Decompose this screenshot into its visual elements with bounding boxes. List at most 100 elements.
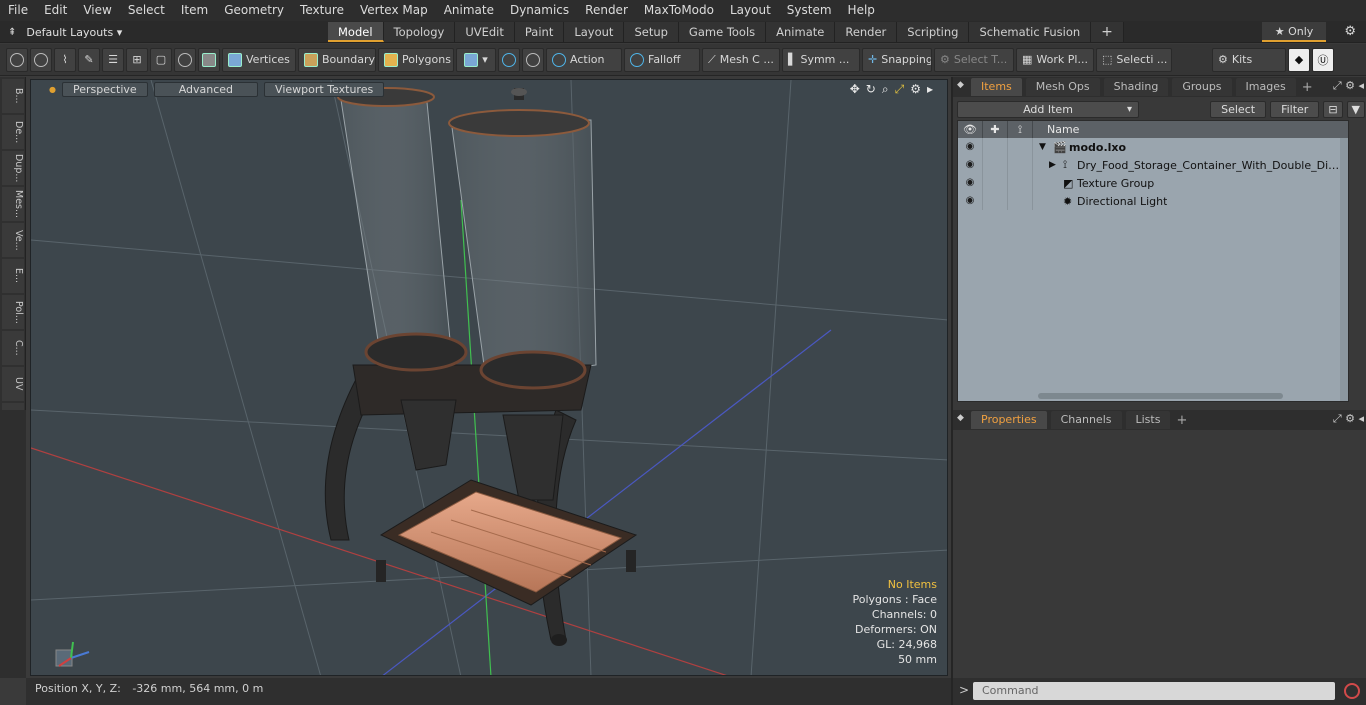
add-panel-tab-icon[interactable]: + xyxy=(1176,413,1187,428)
collapse-icon[interactable]: ⊟ xyxy=(1323,100,1343,118)
action-center-button[interactable]: Action xyxy=(546,47,622,72)
menu-item[interactable]: Item xyxy=(173,0,216,21)
tab-schematic-fusion[interactable]: Schematic Fusion xyxy=(969,22,1092,42)
circle-select-icon[interactable] xyxy=(6,47,28,72)
add-panel-tab-icon[interactable]: + xyxy=(1302,80,1313,95)
falloff-button[interactable]: Falloff xyxy=(624,47,700,72)
left-tab-polygon[interactable]: Pol... xyxy=(2,295,24,329)
pen-icon[interactable]: ⌇ xyxy=(54,47,76,72)
globe-icon[interactable] xyxy=(30,47,52,72)
menu-maxtomodo[interactable]: MaxToModo xyxy=(636,0,722,21)
tab-topology[interactable]: Topology xyxy=(383,22,456,42)
menu-dynamics[interactable]: Dynamics xyxy=(502,0,577,21)
menu-file[interactable]: File xyxy=(0,0,36,21)
tab-channels[interactable]: Channels xyxy=(1050,411,1122,429)
symmetry-gear-icon[interactable] xyxy=(498,47,520,72)
vertices-button[interactable]: Vertices xyxy=(222,47,296,72)
tree-row-mesh[interactable]: ◉ ▶ ⟟ Dry_Food_Storage_Container_With_Do… xyxy=(958,156,1348,174)
maximize-icon[interactable]: ⤢ xyxy=(895,82,905,97)
sphere-gear-icon[interactable] xyxy=(522,47,544,72)
left-tab-basic[interactable]: B... xyxy=(2,79,24,113)
tab-shading[interactable]: Shading xyxy=(1103,78,1169,96)
menu-select[interactable]: Select xyxy=(120,0,173,21)
menu-render[interactable]: Render xyxy=(577,0,636,21)
unreal-icon[interactable]: Ⓤ xyxy=(1312,47,1334,72)
menu-animate[interactable]: Animate xyxy=(436,0,502,21)
tree-row-scene[interactable]: ◉ ▼ 🎬 modo.lxo xyxy=(958,138,1348,156)
tab-model[interactable]: Model xyxy=(328,22,384,42)
symmetry-button[interactable]: ▌ Symm ... xyxy=(782,47,860,72)
zoom-icon[interactable]: ⌕ xyxy=(882,82,889,97)
3d-viewport[interactable]: ● Perspective Advanced Viewport Textures… xyxy=(30,79,948,676)
expand-arrow-icon[interactable]: ▼ xyxy=(1039,142,1053,152)
tab-groups[interactable]: Groups xyxy=(1172,78,1232,96)
crosshair-icon[interactable]: ⊞ xyxy=(126,47,148,72)
orbit-icon[interactable]: ↻ xyxy=(866,82,876,97)
only-toggle[interactable]: ★ Only xyxy=(1262,22,1326,42)
layout-pin-icon[interactable]: ⇞ xyxy=(8,27,16,38)
left-tab-uv[interactable]: UV xyxy=(2,367,24,401)
perspective-button[interactable]: Perspective xyxy=(61,81,148,97)
mesh-constraint-button[interactable]: ⟋ Mesh C ... xyxy=(702,47,780,72)
tab-lists[interactable]: Lists xyxy=(1125,411,1171,429)
tab-render[interactable]: Render xyxy=(835,22,898,42)
left-tab-curve[interactable]: C... xyxy=(2,331,24,365)
add-tab-icon[interactable]: + xyxy=(1091,22,1124,42)
work-plane-button[interactable]: ▦ Work Pl... xyxy=(1016,47,1094,72)
menu-edit[interactable]: Edit xyxy=(36,0,75,21)
eye-icon[interactable]: ◉ xyxy=(958,156,983,174)
command-input[interactable]: Command xyxy=(973,682,1335,700)
tab-animate[interactable]: Animate xyxy=(766,22,836,42)
menu-system[interactable]: System xyxy=(779,0,840,21)
left-tab-duplicate[interactable]: Dup... xyxy=(2,151,24,185)
item-mode-dropdown[interactable]: ▾ xyxy=(456,47,496,72)
rotate-icon[interactable] xyxy=(174,47,196,72)
menu-layout[interactable]: Layout xyxy=(722,0,779,21)
panel-expand-gear-icon[interactable]: ⤢ ⚙ ◂ xyxy=(1333,79,1364,93)
tab-scripting[interactable]: Scripting xyxy=(897,22,970,42)
tab-mesh-ops[interactable]: Mesh Ops xyxy=(1025,78,1100,96)
viewport-textures-button[interactable]: Viewport Textures xyxy=(264,81,385,97)
record-icon[interactable] xyxy=(1344,683,1360,699)
menu-texture[interactable]: Texture xyxy=(292,0,352,21)
tab-game-tools[interactable]: Game Tools xyxy=(678,22,767,42)
menu-vertex-map[interactable]: Vertex Map xyxy=(352,0,436,21)
tab-images[interactable]: Images xyxy=(1235,78,1296,96)
left-tab-edge[interactable]: E... xyxy=(2,259,24,293)
brush-icon[interactable]: ✎ xyxy=(78,47,100,72)
left-tab-mesh-edit[interactable]: Mes... xyxy=(2,187,24,221)
menu-help[interactable]: Help xyxy=(840,0,883,21)
filter-button[interactable]: Filter xyxy=(1270,100,1320,118)
unity-icon[interactable]: ◆ xyxy=(1288,47,1310,72)
panel-expand-gear-icon[interactable]: ⤢ ⚙ ◂ xyxy=(1333,412,1364,426)
tab-properties[interactable]: Properties xyxy=(971,411,1047,429)
expand-arrow-icon[interactable]: ▶ xyxy=(1049,160,1063,170)
play-arrow-icon[interactable]: ▸ xyxy=(927,82,933,97)
eye-icon[interactable]: ◉ xyxy=(958,174,983,192)
tab-paint[interactable]: Paint xyxy=(514,22,565,42)
polygons-button[interactable]: Polygons xyxy=(378,47,454,72)
eye-icon[interactable]: ◉ xyxy=(958,138,983,156)
select-button[interactable]: Select xyxy=(1210,100,1267,118)
tab-uvedit[interactable]: UVEdit xyxy=(455,22,515,42)
default-layouts-dropdown[interactable]: Default Layouts ▾ xyxy=(26,26,122,39)
eye-icon[interactable]: ◉ xyxy=(958,192,983,210)
funnel-icon[interactable]: ▼ xyxy=(1346,100,1365,118)
viewport-gear-icon[interactable]: ⚙ xyxy=(910,82,921,97)
tree-vertical-scrollbar[interactable] xyxy=(1340,138,1348,401)
align-icon[interactable]: ☰ xyxy=(102,47,124,72)
menu-geometry[interactable]: Geometry xyxy=(216,0,292,21)
shield-icon[interactable] xyxy=(198,47,220,72)
tree-row-directional-light[interactable]: ◉ ✹ Directional Light xyxy=(958,192,1348,210)
left-tab-deform[interactable]: De... xyxy=(2,115,24,149)
boundary-button[interactable]: Boundary xyxy=(298,47,376,72)
tab-items[interactable]: Items xyxy=(971,78,1022,96)
tab-setup[interactable]: Setup xyxy=(624,22,679,42)
tab-layout[interactable]: Layout xyxy=(564,22,625,42)
kits-button[interactable]: ⚙ Kits xyxy=(1212,47,1286,72)
advanced-button[interactable]: Advanced xyxy=(153,81,259,97)
add-item-dropdown[interactable]: Add Item xyxy=(957,100,1139,118)
tree-horizontal-scrollbar[interactable] xyxy=(1038,393,1283,399)
snapping-button[interactable]: ✛ Snapping xyxy=(862,47,932,72)
move-view-icon[interactable]: ✥ xyxy=(850,82,860,97)
